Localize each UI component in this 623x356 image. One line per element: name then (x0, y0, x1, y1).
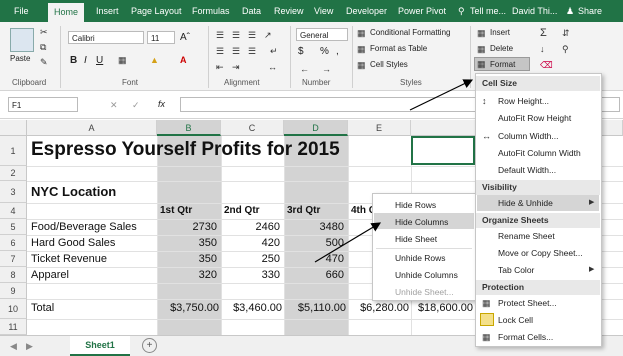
annotation-arrows (314, 79, 474, 263)
arrow-to-format-button (409, 79, 474, 111)
arrow-to-hide-columns (314, 222, 382, 263)
